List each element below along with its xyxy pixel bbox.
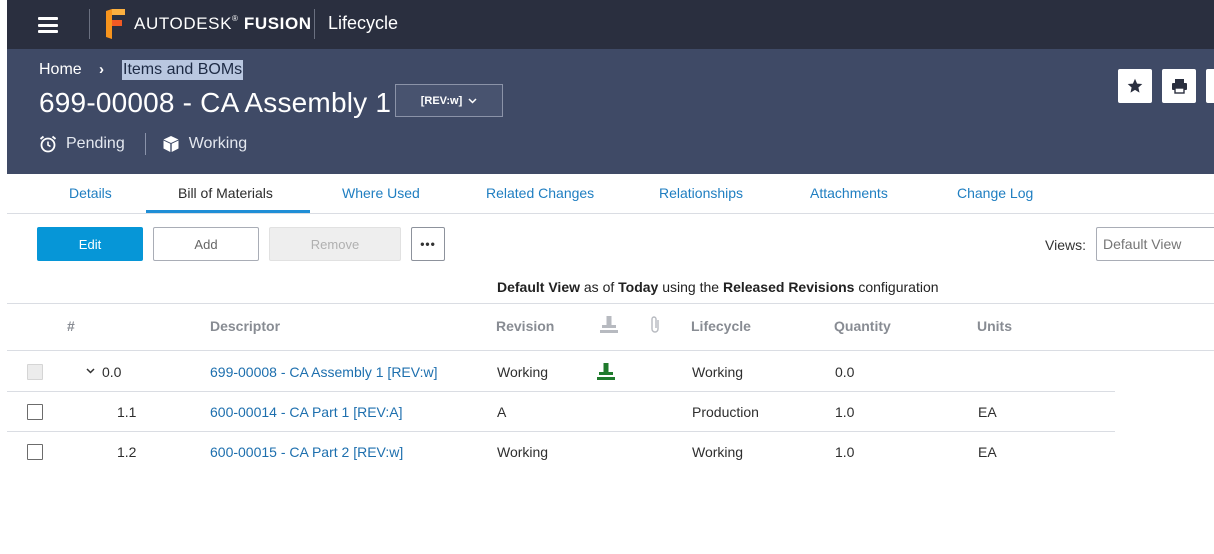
divider	[7, 431, 1115, 432]
tab-relationships[interactable]: Relationships	[659, 185, 743, 201]
row-lifecycle: Working	[692, 364, 744, 380]
tab-bill-of-materials[interactable]: Bill of Materials	[178, 185, 273, 201]
row-units: EA	[978, 444, 997, 460]
row-units: EA	[978, 404, 997, 420]
revision-label: [REV:w]	[420, 94, 463, 107]
pin-icon	[600, 316, 618, 333]
add-button[interactable]: Add	[153, 227, 259, 261]
more-actions-button[interactable]	[1206, 69, 1214, 103]
row-descriptor-link[interactable]: 600-00015 - CA Part 2 [REV:w]	[210, 444, 403, 460]
divider	[7, 350, 1214, 351]
config-text: using the	[662, 279, 720, 295]
row-number: 1.2	[117, 444, 137, 460]
printer-icon	[1171, 79, 1187, 94]
row-checkbox[interactable]	[27, 404, 43, 420]
chevron-down-icon	[468, 97, 477, 104]
state-text: Working	[188, 135, 248, 152]
tab-details[interactable]: Details	[69, 185, 112, 201]
star-icon	[1127, 78, 1143, 93]
config-text: as of	[583, 279, 615, 295]
status-text: Pending	[66, 135, 125, 152]
brand-wordmark: AUTODESK® FUSION	[134, 14, 312, 33]
row-checkbox[interactable]	[27, 364, 43, 380]
tab-bar: Details Bill of Materials Where Used Rel…	[7, 174, 1214, 214]
cube-icon	[163, 136, 179, 152]
paperclip-icon	[651, 316, 659, 333]
pin-icon[interactable]	[596, 362, 616, 381]
chevron-right-icon: ›	[99, 61, 104, 78]
divider	[144, 133, 146, 155]
row-revision: A	[497, 404, 507, 420]
row-descriptor-link[interactable]: 699-00008 - CA Assembly 1 [REV:w]	[210, 364, 437, 380]
divider	[7, 391, 1115, 392]
chevron-down-icon[interactable]	[86, 368, 95, 374]
active-tab-indicator	[146, 210, 310, 213]
config-text: configuration	[858, 279, 939, 295]
configuration-summary: Default View as of Today using the Relea…	[497, 279, 939, 295]
alarm-clock-icon	[39, 135, 57, 153]
row-descriptor-link[interactable]: 600-00014 - CA Part 1 [REV:A]	[210, 404, 402, 420]
tab-attachments[interactable]: Attachments	[810, 185, 888, 201]
column-header-units[interactable]: Units	[977, 318, 1012, 334]
row-checkbox[interactable]	[27, 444, 43, 460]
print-button[interactable]	[1162, 69, 1196, 103]
hamburger-icon[interactable]	[38, 17, 58, 33]
divider	[314, 9, 315, 39]
more-options-button[interactable]: •••	[411, 227, 445, 261]
item-header: Home › Items and BOMs 699-00008 - CA Ass…	[7, 49, 1214, 174]
row-quantity[interactable]: 0.0	[835, 364, 854, 380]
views-label: Views:	[1045, 237, 1086, 253]
row-lifecycle: Working	[692, 444, 744, 460]
row-quantity[interactable]: 1.0	[835, 404, 854, 420]
fusion-logo-icon	[106, 9, 125, 39]
divider	[7, 303, 1214, 304]
tab-where-used[interactable]: Where Used	[342, 185, 420, 201]
config-view: Default View	[497, 279, 580, 295]
row-number: 1.1	[117, 404, 137, 420]
divider	[89, 9, 90, 39]
remove-button[interactable]: Remove	[269, 227, 401, 261]
row-lifecycle: Production	[692, 404, 759, 420]
config-date: Today	[618, 279, 659, 295]
column-header-quantity[interactable]: Quantity	[834, 318, 891, 334]
column-header-number: #	[67, 318, 75, 334]
views-select[interactable]	[1096, 227, 1214, 261]
status-row: Pending Working	[39, 133, 247, 155]
tab-related-changes[interactable]: Related Changes	[486, 185, 594, 201]
app-topbar: AUTODESK® FUSION Lifecycle	[7, 0, 1214, 49]
page-title: 699-00008 - CA Assembly 1	[39, 87, 392, 118]
breadcrumb-current[interactable]: Items and BOMs	[122, 60, 244, 80]
app-name[interactable]: Lifecycle	[328, 13, 398, 34]
column-header-lifecycle[interactable]: Lifecycle	[691, 318, 751, 334]
config-type: Released Revisions	[722, 279, 855, 295]
revision-dropdown[interactable]: [REV:w]	[395, 84, 503, 117]
row-quantity[interactable]: 1.0	[835, 444, 854, 460]
edit-button[interactable]: Edit	[37, 227, 143, 261]
row-revision: Working	[497, 444, 549, 460]
row-revision: Working	[497, 364, 549, 380]
tab-change-log[interactable]: Change Log	[957, 185, 1033, 201]
favorite-button[interactable]	[1118, 69, 1152, 103]
row-number: 0.0	[102, 364, 122, 380]
breadcrumb-home[interactable]: Home	[39, 61, 82, 79]
column-header-descriptor[interactable]: Descriptor	[210, 318, 280, 334]
column-header-revision[interactable]: Revision	[496, 318, 554, 334]
